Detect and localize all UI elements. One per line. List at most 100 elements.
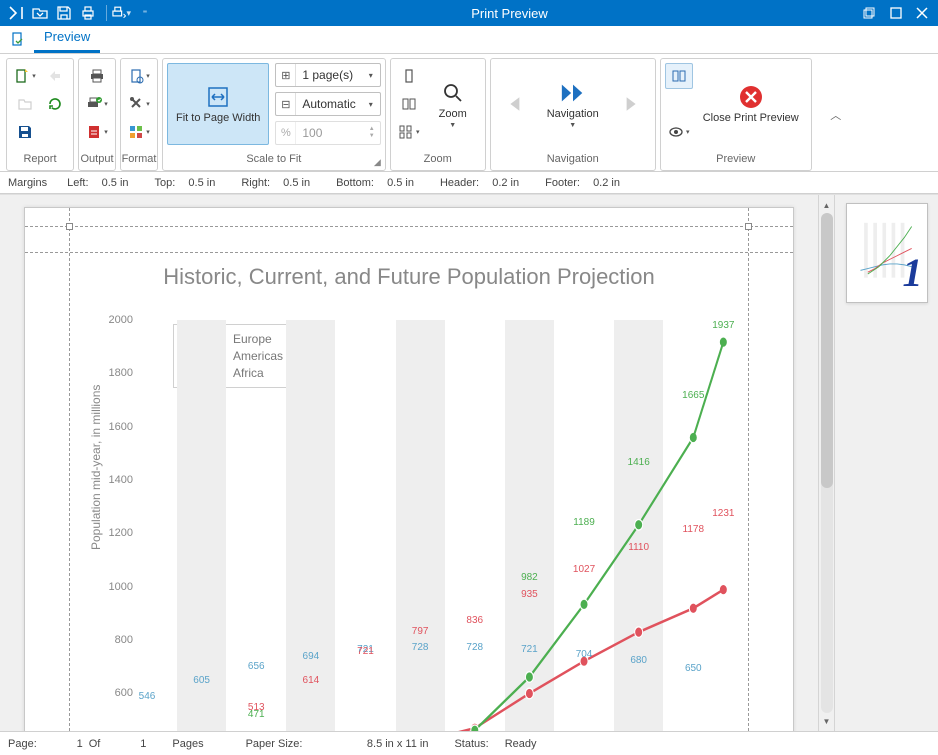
save-report-button[interactable] — [11, 119, 39, 145]
margin-guide-header[interactable] — [25, 226, 793, 227]
margin-handle[interactable] — [66, 223, 73, 230]
margin-footer-label: Footer: — [545, 177, 580, 189]
fit-width-icon — [205, 84, 231, 110]
scale-percent-combo: %100▲▼ — [275, 121, 380, 145]
qat-open-icon[interactable] — [30, 3, 50, 23]
scroll-track[interactable] — [821, 213, 833, 713]
scroll-thumb[interactable] — [821, 213, 833, 488]
qat-more-icon[interactable]: ⁼ — [135, 3, 155, 23]
two-pages-button[interactable] — [395, 91, 423, 117]
margin-header-label: Header: — [440, 177, 479, 189]
quick-print-button[interactable]: ▾ — [83, 91, 111, 117]
pages-down-icon: ⊟ — [276, 93, 296, 115]
margin-footer-value: 0.2 in — [584, 177, 626, 189]
many-pages-button[interactable]: ▾ — [395, 119, 423, 145]
scroll-up-icon[interactable]: ▲ — [821, 199, 833, 211]
close-icon[interactable] — [912, 3, 932, 23]
status-of-value: 1 — [106, 738, 146, 750]
status-status-value: Ready — [505, 738, 537, 750]
chart-ylabel: Population mid-year, in millions — [89, 385, 103, 550]
margin-top-label: Top: — [155, 177, 176, 189]
options-button[interactable]: ▾ — [125, 91, 153, 117]
chevron-down-icon[interactable]: ▾ — [362, 71, 380, 80]
group-label-scale: Scale to Fit◢ — [163, 152, 385, 170]
page-number-overlay: 1 — [903, 249, 923, 296]
print-button[interactable] — [83, 63, 111, 89]
group-label-preview: Preview — [661, 152, 811, 170]
page-view[interactable]: Historic, Current, and Future Population… — [0, 195, 818, 731]
tab-preview[interactable]: Preview — [34, 24, 100, 53]
collapse-ribbon-button[interactable]: ︿ — [816, 107, 856, 123]
status-page-label: Page: — [8, 738, 37, 750]
dialog-launcher-icon[interactable]: ◢ — [374, 157, 381, 168]
thumbnails-toggle-button[interactable] — [665, 63, 693, 89]
group-navigation: Navigation ▼ Navigation — [490, 58, 656, 171]
prev-icon — [503, 91, 529, 117]
page-1: Historic, Current, and Future Population… — [24, 207, 794, 731]
export-pdf-button[interactable]: ▾ — [83, 119, 111, 145]
work-area: Historic, Current, and Future Population… — [0, 194, 938, 731]
margin-bottom-value: 0.5 in — [378, 177, 420, 189]
next-icon — [617, 91, 643, 117]
margin-left-value: 0.5 in — [93, 177, 135, 189]
pages-across-icon: ⊞ — [276, 64, 296, 86]
margins-bar: Margins Left:0.5 in Top:0.5 in Right:0.5… — [0, 172, 938, 194]
zoom-label: Zoom — [439, 108, 467, 120]
chart-title: Historic, Current, and Future Population… — [83, 264, 735, 290]
page-thumbnail-1[interactable]: 1 — [846, 203, 928, 303]
close-preview-label: Close Print Preview — [703, 112, 799, 125]
group-format: ▾ ▾ ▾ Format — [120, 58, 158, 171]
chevron-down-icon[interactable]: ▾ — [362, 100, 380, 109]
zoom-button[interactable]: Zoom ▼ — [425, 63, 481, 145]
window-title: Print Preview — [159, 6, 860, 21]
group-zoom: ▾ Zoom ▼ Zoom — [390, 58, 486, 171]
new-report-button[interactable]: ▾ — [11, 63, 39, 89]
one-page-button[interactable] — [395, 63, 423, 89]
maximize-icon[interactable] — [886, 3, 906, 23]
next-page-button — [609, 63, 651, 145]
restore-down-icon[interactable] — [860, 3, 880, 23]
group-label-format: Format — [121, 152, 157, 170]
navigation-icon — [560, 80, 586, 106]
chart: Historic, Current, and Future Population… — [83, 264, 735, 731]
group-scale: Fit to Page Width ⊞1 page(s)▾ ⊟Automatic… — [162, 58, 386, 171]
margin-right-label: Right: — [241, 177, 270, 189]
page-setup-button[interactable]: ▾ — [125, 63, 153, 89]
margin-guide-right[interactable] — [748, 208, 749, 731]
file-menu-icon[interactable] — [8, 29, 28, 49]
status-page-value: 1 — [43, 738, 83, 750]
margin-bottom-label: Bottom: — [336, 177, 374, 189]
margin-header-value: 0.2 in — [483, 177, 525, 189]
view-options-button[interactable]: ▾ — [665, 119, 693, 145]
styles-button[interactable]: ▾ — [125, 119, 153, 145]
pages-down-combo[interactable]: ⊟Automatic▾ — [275, 92, 380, 116]
close-preview-button[interactable]: Close Print Preview — [695, 63, 807, 145]
margin-handle[interactable] — [745, 223, 752, 230]
status-bar: Page: 1 Of 1 Pages Paper Size: 8.5 in x … — [0, 731, 938, 755]
margins-label: Margins — [8, 177, 47, 189]
navigation-label: Navigation — [547, 108, 599, 120]
status-paper-label: Paper Size: — [246, 738, 303, 750]
margin-guide-left[interactable] — [69, 208, 70, 731]
refresh-button[interactable] — [41, 91, 69, 117]
pages-across-combo[interactable]: ⊞1 page(s)▾ — [275, 63, 380, 87]
fit-to-page-width-button[interactable]: Fit to Page Width — [167, 63, 269, 145]
zoom-icon — [440, 80, 466, 106]
status-pages-label: Pages — [172, 738, 203, 750]
qat-quickprint-icon[interactable]: ▾ — [111, 3, 131, 23]
chart-plot: Population mid-year, in millions ✓Europe… — [139, 320, 729, 731]
open-report-button — [11, 91, 39, 117]
margin-top-value: 0.5 in — [179, 177, 221, 189]
qat-customize-icon[interactable] — [6, 3, 26, 23]
thumbnail-panel: 1 — [834, 195, 938, 731]
qat-save-icon[interactable] — [54, 3, 74, 23]
navigation-button[interactable]: Navigation ▼ — [539, 63, 607, 145]
titlebar: ▾ ⁼ Print Preview — [0, 0, 938, 26]
scroll-down-icon[interactable]: ▼ — [821, 715, 833, 727]
vertical-scrollbar[interactable]: ▲ ▼ — [818, 195, 834, 731]
group-output: ▾ ▾ Output — [78, 58, 116, 171]
group-label-navigation: Navigation — [491, 152, 655, 170]
margin-guide-top[interactable] — [25, 252, 793, 253]
qat-print-icon[interactable] — [78, 3, 98, 23]
status-of-label: Of — [89, 738, 101, 750]
